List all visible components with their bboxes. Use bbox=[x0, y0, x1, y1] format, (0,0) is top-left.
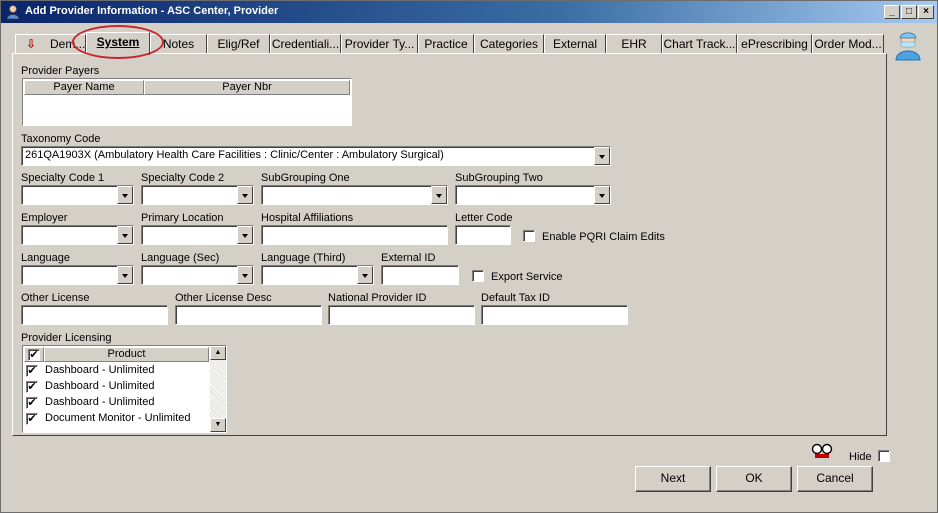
chevron-down-icon[interactable] bbox=[594, 147, 610, 165]
enable-pqri-checkbox[interactable] bbox=[523, 230, 535, 242]
hide-checkbox[interactable] bbox=[878, 450, 890, 462]
payer-name-header[interactable]: Payer Name bbox=[24, 80, 144, 95]
title-bar: Add Provider Information - ASC Center, P… bbox=[1, 1, 937, 23]
chevron-down-icon[interactable] bbox=[117, 186, 133, 204]
other-license-label: Other License bbox=[21, 292, 90, 304]
letter-code-label: Letter Code bbox=[455, 212, 513, 224]
language-sec-select[interactable] bbox=[141, 265, 254, 285]
subgrouping-one-label: SubGrouping One bbox=[261, 172, 350, 184]
npi-label: National Provider ID bbox=[328, 292, 427, 304]
chevron-down-icon[interactable] bbox=[117, 226, 133, 244]
export-service-label: Export Service bbox=[491, 271, 563, 283]
primary-location-label: Primary Location bbox=[141, 212, 224, 224]
language-third-label: Language (Third) bbox=[261, 252, 346, 264]
system-tab-panel: Provider Payers Payer Name Payer Nbr Tax… bbox=[12, 53, 887, 436]
chevron-down-icon[interactable] bbox=[237, 266, 253, 284]
hospital-affiliations-input[interactable] bbox=[261, 225, 448, 245]
maximize-button[interactable]: □ bbox=[901, 5, 917, 19]
provider-licensing-grid[interactable]: ✔ Product ✔ Dashboard - Unlimited ✔ Dash… bbox=[22, 345, 227, 433]
tab-external[interactable]: External bbox=[544, 34, 606, 54]
other-license-desc-label: Other License Desc bbox=[175, 292, 272, 304]
external-id-input[interactable] bbox=[381, 265, 459, 285]
default-tax-id-label: Default Tax ID bbox=[481, 292, 550, 304]
license-checkbox[interactable]: ✔ bbox=[26, 381, 38, 393]
chevron-down-icon[interactable] bbox=[117, 266, 133, 284]
taxonomy-code-select[interactable]: 261QA1903X (Ambulatory Health Care Facil… bbox=[21, 146, 611, 166]
tab-demographics[interactable]: ⇩ Dem... bbox=[15, 34, 86, 54]
provider-licensing-label: Provider Licensing bbox=[21, 332, 112, 344]
subgrouping-one-select[interactable] bbox=[261, 185, 448, 205]
taxonomy-code-label: Taxonomy Code bbox=[21, 133, 101, 145]
specialty-code-1-select[interactable] bbox=[21, 185, 134, 205]
list-item[interactable]: ✔ Dashboard - Unlimited bbox=[23, 395, 209, 411]
select-all-checkbox[interactable]: ✔ bbox=[28, 349, 40, 361]
language-select[interactable] bbox=[21, 265, 134, 285]
chevron-down-icon[interactable] bbox=[594, 186, 610, 204]
chevron-down-icon[interactable] bbox=[431, 186, 447, 204]
hide-label: Hide bbox=[849, 451, 872, 463]
user-icon bbox=[6, 5, 20, 20]
subgrouping-two-select[interactable] bbox=[455, 185, 611, 205]
tab-system[interactable]: System bbox=[86, 32, 150, 55]
tab-eprescribing[interactable]: ePrescribing bbox=[737, 34, 812, 54]
npi-input[interactable] bbox=[328, 305, 475, 325]
language-label: Language bbox=[21, 252, 70, 264]
taxonomy-code-value: 261QA1903X (Ambulatory Health Care Facil… bbox=[25, 149, 444, 161]
tab-notes[interactable]: Notes bbox=[150, 34, 207, 54]
tab-categories[interactable]: Categories bbox=[474, 34, 544, 54]
scroll-up-icon[interactable]: ▲ bbox=[210, 346, 226, 360]
external-id-label: External ID bbox=[381, 252, 436, 264]
employer-select[interactable] bbox=[21, 225, 134, 245]
minimize-button[interactable]: _ bbox=[884, 5, 900, 19]
tab-ehr[interactable]: EHR bbox=[606, 34, 662, 54]
tab-order-mod[interactable]: Order Mod... bbox=[812, 34, 884, 54]
ok-button[interactable]: OK bbox=[716, 466, 792, 492]
other-license-input[interactable] bbox=[21, 305, 168, 325]
hospital-affiliations-label: Hospital Affiliations bbox=[261, 212, 354, 224]
specialty-code-1-label: Specialty Code 1 bbox=[21, 172, 105, 184]
list-item[interactable]: ✔ Dashboard - Unlimited bbox=[23, 379, 209, 395]
tab-chart-tracking[interactable]: Chart Track... bbox=[662, 34, 737, 54]
language-sec-label: Language (Sec) bbox=[141, 252, 220, 264]
provider-avatar-icon bbox=[895, 32, 921, 61]
payer-nbr-header[interactable]: Payer Nbr bbox=[144, 80, 350, 95]
licensing-scrollbar[interactable]: ▲ ▼ bbox=[210, 346, 226, 432]
subgrouping-two-label: SubGrouping Two bbox=[455, 172, 543, 184]
list-item[interactable]: ✔ Dashboard - Unlimited bbox=[23, 363, 209, 379]
tab-strip: ⇩ Dem... System Notes Elig/Ref Credentia… bbox=[15, 32, 887, 55]
close-button[interactable]: × bbox=[918, 5, 934, 19]
letter-code-input[interactable] bbox=[455, 225, 511, 245]
other-license-desc-input[interactable] bbox=[175, 305, 322, 325]
list-item[interactable]: ✔ Document Monitor - Unlimited bbox=[23, 411, 209, 427]
product-header[interactable]: Product bbox=[44, 347, 209, 362]
provider-window: Add Provider Information - ASC Center, P… bbox=[0, 0, 938, 513]
export-service-checkbox[interactable] bbox=[472, 270, 484, 282]
tab-credentialing[interactable]: Credentiali... bbox=[270, 34, 341, 54]
license-checkbox[interactable]: ✔ bbox=[26, 413, 38, 425]
glasses-icon bbox=[811, 443, 833, 458]
select-all-header[interactable]: ✔ bbox=[24, 347, 44, 362]
tab-provider-type[interactable]: Provider Ty... bbox=[341, 34, 418, 54]
provider-payers-grid[interactable]: Payer Name Payer Nbr bbox=[22, 78, 352, 126]
language-third-select[interactable] bbox=[261, 265, 374, 285]
next-button[interactable]: Next bbox=[635, 466, 711, 492]
license-checkbox[interactable]: ✔ bbox=[26, 397, 38, 409]
chevron-down-icon[interactable] bbox=[357, 266, 373, 284]
scroll-down-icon[interactable]: ▼ bbox=[210, 418, 226, 432]
license-checkbox[interactable]: ✔ bbox=[26, 365, 38, 377]
tab-elig-ref[interactable]: Elig/Ref bbox=[207, 34, 270, 54]
enable-pqri-label: Enable PQRI Claim Edits bbox=[542, 231, 665, 243]
red-arrow-icon: ⇩ bbox=[26, 37, 37, 51]
specialty-code-2-select[interactable] bbox=[141, 185, 254, 205]
default-tax-id-input[interactable] bbox=[481, 305, 628, 325]
primary-location-select[interactable] bbox=[141, 225, 254, 245]
cancel-button[interactable]: Cancel bbox=[797, 466, 873, 492]
chevron-down-icon[interactable] bbox=[237, 226, 253, 244]
window-title: Add Provider Information - ASC Center, P… bbox=[25, 5, 279, 17]
chevron-down-icon[interactable] bbox=[237, 186, 253, 204]
specialty-code-2-label: Specialty Code 2 bbox=[141, 172, 225, 184]
provider-payers-label: Provider Payers bbox=[21, 65, 100, 77]
employer-label: Employer bbox=[21, 212, 68, 224]
tab-practice[interactable]: Practice bbox=[418, 34, 474, 54]
